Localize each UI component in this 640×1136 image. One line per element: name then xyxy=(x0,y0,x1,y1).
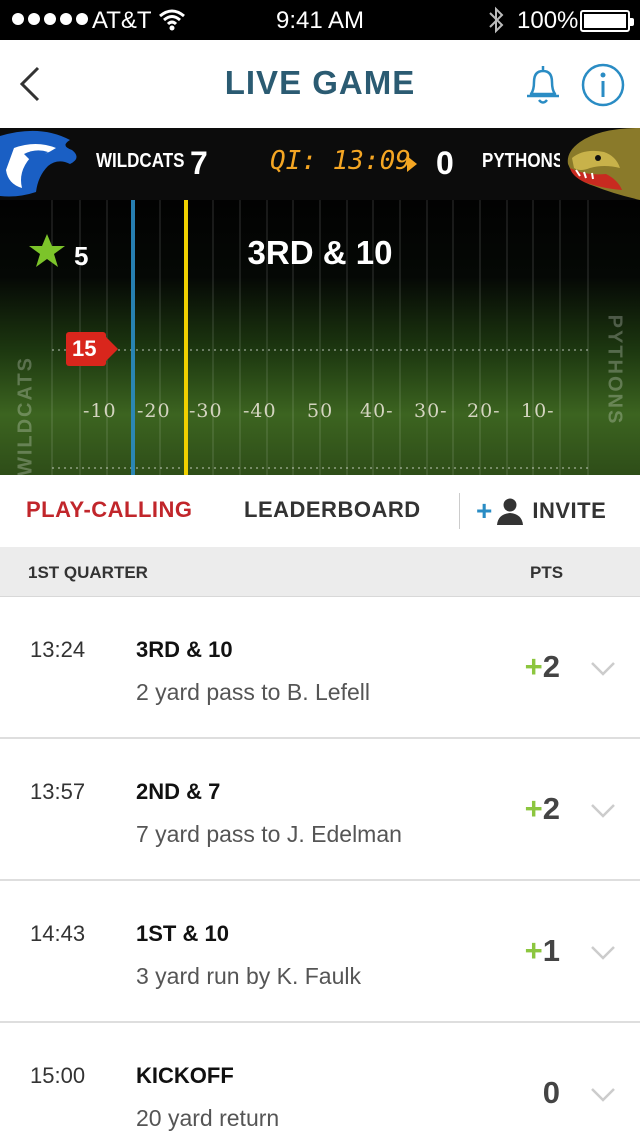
wildcats-logo xyxy=(0,128,86,200)
home-team-score: 7 xyxy=(190,145,208,181)
play-time: 13:57 xyxy=(30,779,86,804)
play-points: +2 xyxy=(525,791,560,827)
yard-label: 10- xyxy=(521,400,555,422)
endzone-left-label: WILDCATS xyxy=(14,355,37,475)
plus-sign: + xyxy=(524,649,543,684)
possession-arrow-icon xyxy=(407,156,417,172)
field-view: 5 3RD & 10 WILDCATS PYTHONS 15 -10 -20 -… xyxy=(0,200,640,475)
chevron-down-icon[interactable] xyxy=(590,1087,616,1103)
game-clock: QI: 13:09 xyxy=(270,146,411,176)
points-value: 2 xyxy=(542,791,560,826)
yard-label: 40- xyxy=(360,400,394,422)
chevron-down-icon[interactable] xyxy=(590,661,616,677)
play-row[interactable]: 13:57 2ND & 7 7 yard pass to J. Edelman … xyxy=(0,739,640,881)
home-team-name: WILDCATS xyxy=(96,150,185,172)
play-down: 2ND & 7 xyxy=(136,779,221,804)
bluetooth-icon xyxy=(489,6,504,34)
play-down: 1ST & 10 xyxy=(136,921,229,946)
play-list: 13:24 3RD & 10 2 yard pass to B. Lefell … xyxy=(0,597,640,1136)
play-row[interactable]: 15:00 KICKOFF 20 yard return 0 xyxy=(0,1023,640,1136)
plus-sign: + xyxy=(524,791,543,826)
play-time: 13:24 xyxy=(30,637,86,662)
play-row[interactable]: 13:24 3RD & 10 2 yard pass to B. Lefell … xyxy=(0,597,640,739)
points-value: 2 xyxy=(542,649,560,684)
invite-label: INVITE xyxy=(532,498,607,523)
play-points: +2 xyxy=(525,649,560,685)
battery-icon xyxy=(580,10,634,32)
yard-label: -30 xyxy=(189,400,223,422)
endzone-right-label: PYTHONS xyxy=(603,314,626,426)
add-user-icon xyxy=(497,498,524,525)
play-description: 7 yard pass to J. Edelman xyxy=(136,821,402,847)
play-points: 0 xyxy=(543,1075,560,1111)
play-down: KICKOFF xyxy=(136,1063,234,1088)
tab-play-calling[interactable]: PLAY-CALLING xyxy=(26,497,193,523)
yard-label: -40 xyxy=(243,400,277,422)
yard-label: 20- xyxy=(467,400,501,422)
ball-position-marker: 15 xyxy=(66,332,120,366)
play-down: 3RD & 10 xyxy=(136,637,233,662)
yard-label: -20 xyxy=(137,400,171,422)
play-points: +1 xyxy=(525,933,560,969)
points-column-header: PTS xyxy=(530,563,564,582)
chevron-down-icon[interactable] xyxy=(590,945,616,961)
yard-label: -10 xyxy=(83,400,117,422)
play-time: 15:00 xyxy=(30,1063,86,1088)
bell-icon[interactable] xyxy=(520,62,566,108)
status-bar: AT&T 9:41 AM 100% xyxy=(0,0,640,40)
yard-label: 50 xyxy=(307,400,334,422)
nav-bar: LIVE GAME xyxy=(0,40,640,128)
quarter-header: 1ST QUARTER PTS xyxy=(0,547,640,597)
yard-label: 30- xyxy=(414,400,448,422)
quarter-label: 1ST QUARTER xyxy=(28,563,148,582)
away-team-name: PYTHONS xyxy=(482,150,565,172)
plus-sign: + xyxy=(524,933,543,968)
tab-bar: PLAY-CALLING LEADERBOARD + INVITE xyxy=(0,475,640,547)
points-value: 1 xyxy=(542,933,560,968)
play-time: 14:43 xyxy=(30,921,86,946)
battery-percent: 100% xyxy=(517,7,579,34)
info-icon[interactable] xyxy=(580,62,626,108)
points-value: 0 xyxy=(542,1075,560,1110)
tab-leaderboard[interactable]: LEADERBOARD xyxy=(244,497,421,523)
tab-divider xyxy=(459,493,460,529)
plus-icon: + xyxy=(476,495,493,526)
chevron-down-icon[interactable] xyxy=(590,803,616,819)
play-description: 2 yard pass to B. Lefell xyxy=(136,679,370,705)
current-down: 3RD & 10 xyxy=(247,234,393,271)
play-description: 20 yard return xyxy=(136,1105,280,1131)
pythons-logo xyxy=(560,128,640,200)
away-team-score: 0 xyxy=(436,145,454,181)
play-description: 3 yard run by K. Faulk xyxy=(136,963,361,989)
invite-button[interactable]: + INVITE xyxy=(476,493,606,529)
play-row[interactable]: 14:43 1ST & 10 3 yard run by K. Faulk +1 xyxy=(0,881,640,1023)
scoreboard: WILDCATS 7 QI: 13:09 0 PYTHONS xyxy=(0,128,640,200)
